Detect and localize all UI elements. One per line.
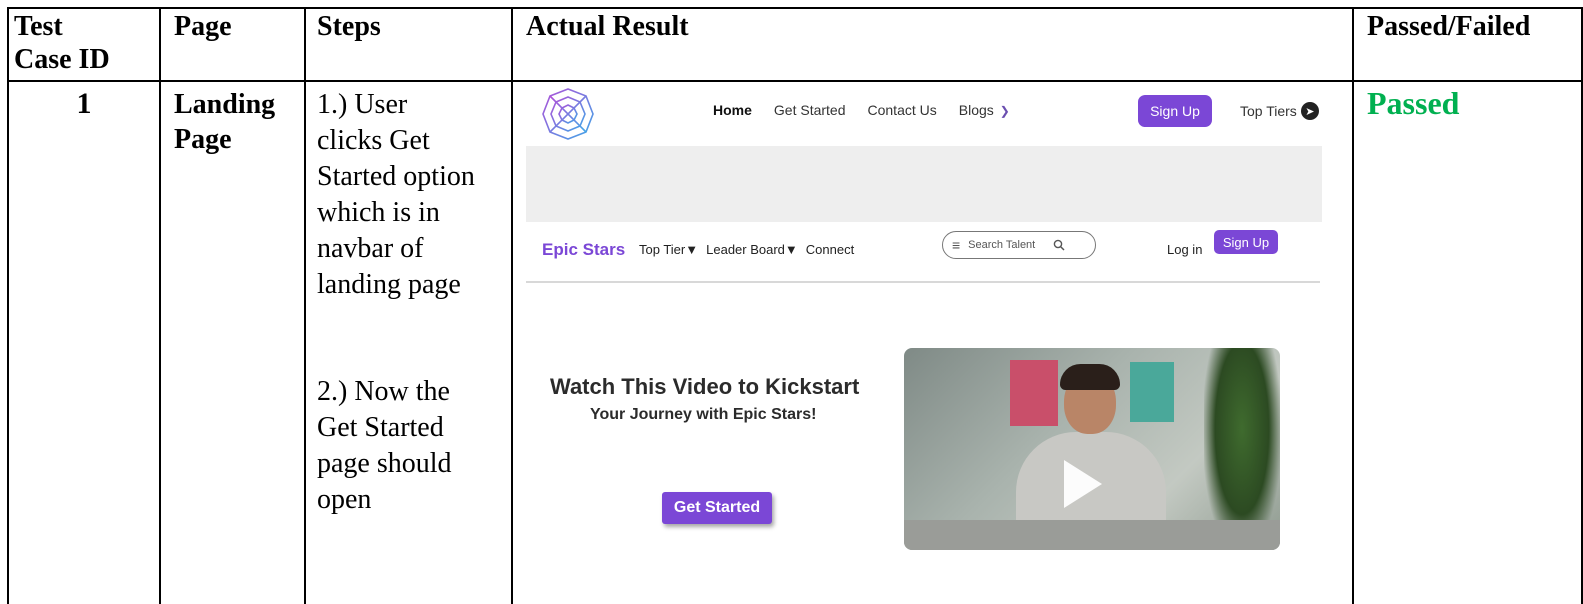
nav-get-started[interactable]: Get Started [774, 102, 846, 118]
subnav-signup-button[interactable]: Sign Up [1214, 230, 1278, 254]
actual-result-screenshot: Home Get Started Contact Us Blogs ❯ Sign … [526, 82, 1334, 602]
play-icon[interactable] [1064, 460, 1102, 508]
desk [904, 520, 1280, 550]
search-placeholder: Search Talent [968, 239, 1036, 251]
header-status: Passed/Failed [1367, 11, 1531, 42]
header-actual-result: Actual Result [526, 11, 689, 42]
sub-nav-menu: Top Tier▼ Leader Board▼ Connect [639, 242, 854, 257]
section-divider [526, 281, 1320, 283]
wall-poster [1130, 362, 1174, 422]
nav-home[interactable]: Home [713, 102, 752, 118]
test-case-id: 1 [76, 87, 92, 120]
status-passed: Passed [1367, 85, 1460, 121]
chevron-down-icon: ❯ [999, 104, 1010, 118]
get-started-button[interactable]: Get Started [662, 492, 772, 524]
nav-contact-us[interactable]: Contact Us [868, 102, 937, 118]
spider-web-logo-icon [542, 88, 594, 140]
compass-icon: ➤ [1300, 102, 1319, 120]
subnav-connect[interactable]: Connect [806, 242, 854, 257]
brand-name[interactable]: Epic Stars [542, 240, 625, 260]
menu-icon: ≡ [952, 237, 961, 253]
header-test-case-id: Test Case ID [14, 11, 110, 75]
subnav-top-tier[interactable]: Top Tier▼ [639, 242, 698, 257]
search-talent-input[interactable]: ≡ Search Talent [942, 231, 1096, 259]
step-2: 2.) Now the Get Started page should open [317, 376, 452, 515]
hero-title: Watch This Video to Kickstart [550, 374, 860, 399]
top-nav-menu: Home Get Started Contact Us Blogs ❯ [713, 102, 1010, 118]
person-hair [1060, 364, 1120, 390]
top-tiers-link[interactable]: Top Tiers ➤ [1240, 102, 1319, 120]
column-divider [511, 7, 513, 604]
header-steps: Steps [317, 11, 381, 42]
column-divider [304, 7, 306, 604]
step-1: 1.) User clicks Get Started option which… [317, 89, 475, 300]
top-nav: Home Get Started Contact Us Blogs ❯ Sign … [526, 82, 1334, 146]
column-divider [1352, 7, 1354, 604]
grey-banner [526, 146, 1322, 222]
intro-video[interactable] [904, 348, 1280, 550]
search-icon [1053, 239, 1065, 251]
page-name: Landing Page [174, 89, 276, 155]
login-link[interactable]: Log in [1167, 242, 1202, 257]
nav-blogs-label: Blogs [958, 102, 994, 118]
column-divider [159, 7, 161, 604]
wall-poster [1010, 360, 1058, 426]
sub-nav: Epic Stars Top Tier▼ Leader Board▼ Conne… [526, 222, 1322, 282]
top-tiers-label: Top Tiers [1240, 103, 1297, 119]
test-case-table: Test Case ID Page Steps Actual Result Pa… [0, 0, 1583, 604]
subnav-leader-board-label: Leader Board [706, 242, 785, 257]
subnav-top-tier-label: Top Tier [639, 242, 686, 257]
signup-button[interactable]: Sign Up [1138, 95, 1212, 127]
nav-blogs[interactable]: Blogs ❯ [959, 102, 1010, 118]
chevron-down-icon: ▼ [685, 242, 699, 257]
subnav-leader-board[interactable]: Leader Board▼ [706, 242, 798, 257]
hero-subtitle: Your Journey with Epic Stars! [590, 406, 817, 423]
table-border-top [7, 7, 1583, 9]
header-page: Page [174, 11, 232, 42]
chevron-down-icon: ▼ [784, 242, 798, 257]
